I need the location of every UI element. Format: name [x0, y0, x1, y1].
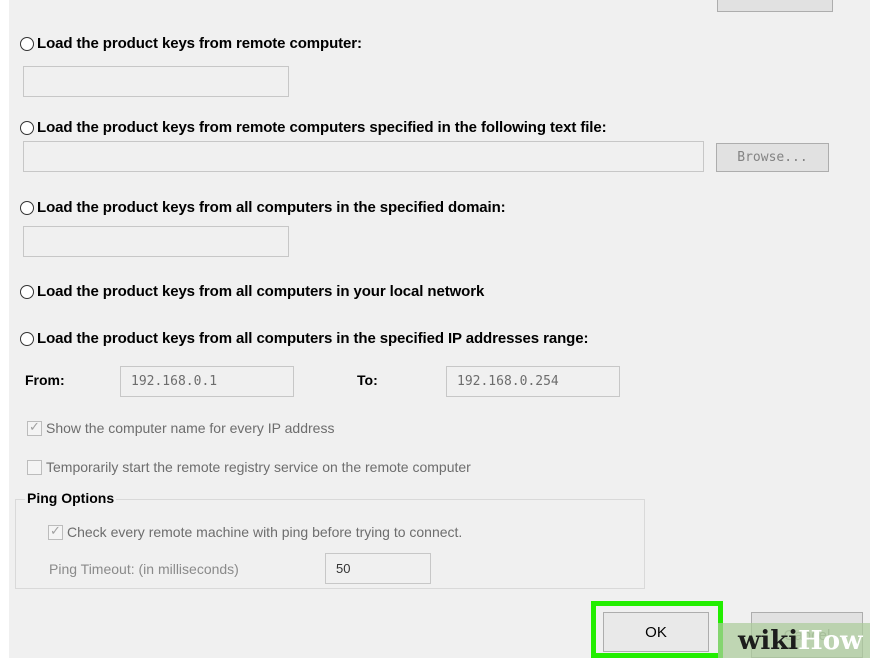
check-ping-checkbox[interactable]: ✓ Check every remote machine with ping b…	[48, 522, 463, 540]
browse-button[interactable]: Browse...	[716, 143, 829, 172]
check-icon: ✓	[50, 522, 61, 538]
top-button-edge[interactable]	[717, 0, 833, 12]
show-computer-name-label: Show the computer name for every IP addr…	[46, 420, 335, 436]
wikihow-watermark: wiki How	[718, 623, 870, 658]
checkbox-box: ✓	[27, 418, 42, 436]
radio-ip-range[interactable]: Load the product keys from all computers…	[20, 330, 588, 347]
checkbox-box: ✓	[48, 522, 63, 540]
radio-icon	[20, 331, 34, 346]
radio-domain[interactable]: Load the product keys from all computers…	[20, 199, 506, 216]
radio-icon	[20, 36, 34, 51]
ping-options-title: Ping Options	[25, 490, 117, 506]
radio-ip-range-label: Load the product keys from all computers…	[37, 330, 589, 347]
ip-to-input[interactable]	[446, 366, 620, 397]
radio-remote-computers-file[interactable]: Load the product keys from remote comput…	[20, 119, 607, 136]
radio-remote-computer[interactable]: Load the product keys from remote comput…	[20, 35, 362, 52]
radio-domain-label: Load the product keys from all computers…	[37, 199, 506, 216]
radio-local-network-label: Load the product keys from all computers…	[37, 283, 485, 300]
ping-timeout-label: Ping Timeout: (in milliseconds)	[49, 561, 239, 577]
start-remote-registry-label: Temporarily start the remote registry se…	[46, 459, 471, 475]
ping-timeout-input[interactable]	[325, 553, 431, 584]
check-ping-label: Check every remote machine with ping bef…	[67, 524, 463, 540]
radio-remote-computer-label: Load the product keys from remote comput…	[37, 35, 362, 52]
from-label: From:	[25, 372, 65, 388]
watermark-how: How	[798, 625, 863, 656]
to-label: To:	[357, 372, 378, 388]
watermark-wiki: wiki	[738, 625, 799, 656]
radio-icon	[20, 284, 34, 299]
radio-icon	[20, 120, 34, 135]
radio-local-network[interactable]: Load the product keys from all computers…	[20, 283, 484, 300]
domain-input[interactable]	[23, 226, 289, 257]
start-remote-registry-checkbox[interactable]: Temporarily start the remote registry se…	[27, 459, 471, 475]
file-path-input[interactable]	[23, 141, 704, 172]
radio-remote-computers-file-label: Load the product keys from remote comput…	[37, 119, 607, 136]
show-computer-name-checkbox[interactable]: ✓ Show the computer name for every IP ad…	[27, 418, 335, 436]
ip-from-input[interactable]	[120, 366, 294, 397]
checkbox-box	[27, 459, 42, 475]
remote-computer-input[interactable]	[23, 66, 289, 97]
check-icon: ✓	[29, 418, 40, 434]
ok-button[interactable]: OK	[603, 612, 709, 652]
radio-icon	[20, 200, 34, 215]
